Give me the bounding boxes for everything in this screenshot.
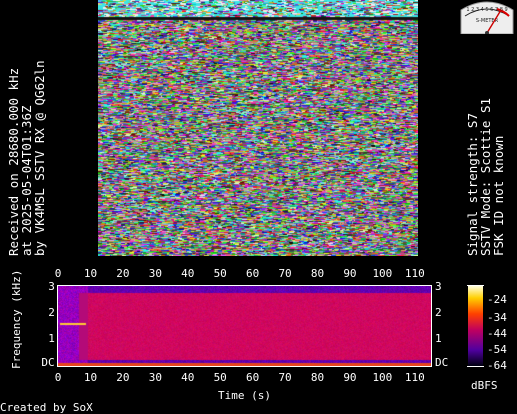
colorbar-tick-label: -64 bbox=[487, 359, 507, 372]
x-tick-label: 110 bbox=[404, 267, 425, 280]
y-tick-label-right: 3 bbox=[435, 280, 442, 293]
x-tick-label: 30 bbox=[148, 371, 162, 384]
x-tick-label: 40 bbox=[181, 267, 195, 280]
x-tick-label: 0 bbox=[54, 267, 62, 280]
x-tick-label: 100 bbox=[372, 267, 393, 280]
footer-credit: Created by SoX bbox=[0, 401, 93, 414]
x-tick-label: 70 bbox=[278, 371, 292, 384]
x-tick-label: 60 bbox=[246, 267, 260, 280]
decoded-sstv-image bbox=[98, 0, 418, 256]
y-tick-label-right: 2 bbox=[435, 306, 442, 319]
x-tick-label: 70 bbox=[278, 267, 292, 280]
x-tick-label: 80 bbox=[310, 267, 325, 280]
spectrogram-frame-bottom bbox=[57, 366, 432, 367]
x-tick-label: 20 bbox=[116, 371, 130, 384]
colorbar-tick-label: -44 bbox=[487, 327, 507, 340]
x-tick-label: 110 bbox=[404, 371, 425, 384]
x-tick-label: 50 bbox=[213, 371, 227, 384]
x-tick-label: 40 bbox=[181, 371, 195, 384]
colorbar-unit: dBFS bbox=[471, 379, 498, 392]
spectrogram-frame-right bbox=[431, 285, 432, 367]
colorbar bbox=[468, 286, 483, 366]
x-tick-label: 100 bbox=[372, 371, 393, 384]
x-tick-label: 10 bbox=[83, 371, 98, 384]
colorbar-frame-bottom bbox=[467, 366, 484, 367]
colorbar-tick-label: -24 bbox=[487, 293, 507, 306]
caption-receiver: by VK4MSL SSTV RX @ QG62ln bbox=[32, 60, 47, 256]
x-tick-label: 20 bbox=[116, 267, 130, 280]
colorbar-frame-top bbox=[467, 285, 484, 286]
caption-fsk-id: FSK ID not known bbox=[491, 135, 506, 256]
x-tick-label: 10 bbox=[83, 267, 98, 280]
x-tick-label: 60 bbox=[246, 371, 260, 384]
y-tick-label-right: 1 bbox=[435, 332, 442, 345]
spectrogram-x-label: Time (s) bbox=[218, 389, 271, 402]
y-tick-label-right: DC bbox=[435, 356, 449, 369]
colorbar-tick-label: -34 bbox=[487, 311, 507, 324]
x-tick-label: 50 bbox=[213, 267, 227, 280]
y-tick-label-left: 3 bbox=[48, 280, 55, 293]
s-meter-gauge: 1 2 3 4 5 6 7 8 9 S-METER bbox=[460, 1, 514, 34]
x-tick-label: 30 bbox=[148, 267, 162, 280]
spectrogram-image bbox=[58, 286, 431, 366]
spectrogram-panel: 0 10 20 30 40 50 60 70 80 90 100 110 0 10 20 30 40 50 60 7… bbox=[10, 267, 507, 402]
y-tick-label-left: DC bbox=[41, 356, 55, 369]
x-tick-label: 80 bbox=[310, 371, 325, 384]
x-tick-label: 0 bbox=[54, 371, 62, 384]
colorbar-tick-label: -54 bbox=[487, 343, 507, 356]
x-tick-label: 90 bbox=[343, 371, 357, 384]
y-tick-label-left: 1 bbox=[48, 332, 55, 345]
y-tick-label-left: 2 bbox=[48, 306, 55, 319]
x-tick-label: 90 bbox=[343, 267, 357, 280]
s-meter-scale: 1 2 3 4 5 6 7 8 9 bbox=[466, 7, 507, 13]
